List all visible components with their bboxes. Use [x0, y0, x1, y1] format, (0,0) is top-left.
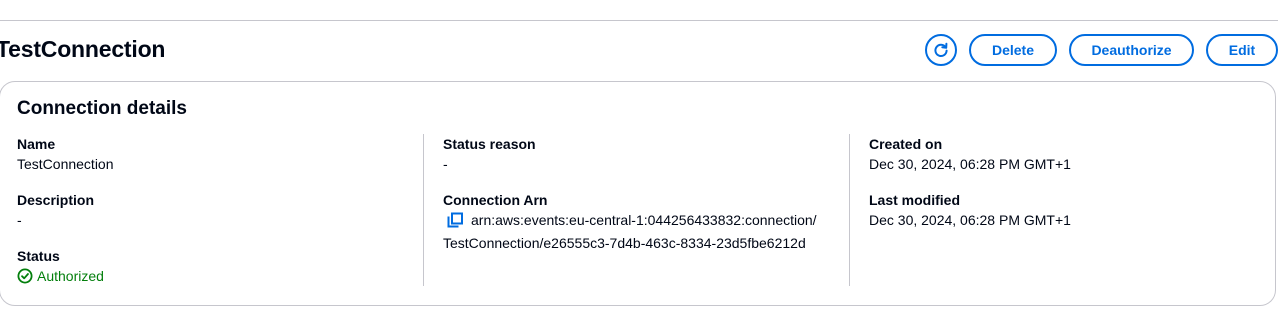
status-value: Authorized: [37, 268, 104, 284]
header-actions: Delete Deauthorize Edit: [925, 34, 1278, 66]
created-on-label: Created on: [869, 136, 943, 152]
deauthorize-button[interactable]: Deauthorize: [1069, 34, 1194, 66]
status-reason-field: Status reason -: [443, 134, 833, 174]
status-label: Status: [17, 248, 60, 264]
connection-details-heading: Connection details: [17, 98, 187, 119]
connection-arn: arn:aws:events:eu-central-1:044256433832…: [443, 210, 823, 253]
page-title: TestConnection: [0, 36, 166, 62]
column-divider: [849, 134, 850, 286]
connection-arn-value: arn:aws:events:eu-central-1:044256433832…: [443, 212, 817, 251]
refresh-icon: [933, 42, 949, 58]
delete-button[interactable]: Delete: [969, 34, 1057, 66]
details-column-3: Created on Dec 30, 2024, 06:28 PM GMT+1 …: [869, 134, 1259, 246]
status-indicator: Authorized: [17, 266, 407, 286]
status-reason-label: Status reason: [443, 136, 536, 152]
name-value: TestConnection: [17, 156, 114, 172]
edit-button[interactable]: Edit: [1206, 34, 1278, 66]
created-on-value: Dec 30, 2024, 06:28 PM GMT+1: [869, 156, 1071, 172]
check-circle-icon: [17, 268, 33, 284]
copy-icon[interactable]: [447, 212, 463, 233]
connection-arn-label: Connection Arn: [443, 192, 548, 208]
name-label: Name: [17, 136, 56, 152]
top-divider: [0, 20, 1278, 21]
details-column-2: Status reason - Connection Arn arn:aws:e…: [443, 134, 833, 269]
description-field: Description -: [17, 190, 407, 230]
last-modified-value: Dec 30, 2024, 06:28 PM GMT+1: [869, 212, 1071, 228]
last-modified-field: Last modified Dec 30, 2024, 06:28 PM GMT…: [869, 190, 1259, 230]
description-value: -: [17, 212, 22, 228]
column-divider: [423, 134, 424, 286]
description-label: Description: [17, 192, 95, 208]
connection-arn-field: Connection Arn arn:aws:events:eu-central…: [443, 190, 833, 253]
name-field: Name TestConnection: [17, 134, 407, 174]
status-field: Status Authorized: [17, 246, 407, 286]
refresh-button[interactable]: [925, 34, 957, 66]
last-modified-label: Last modified: [869, 192, 961, 208]
status-reason-value: -: [443, 156, 448, 172]
created-on-field: Created on Dec 30, 2024, 06:28 PM GMT+1: [869, 134, 1259, 174]
details-column-1: Name TestConnection Description - Status…: [17, 134, 407, 302]
